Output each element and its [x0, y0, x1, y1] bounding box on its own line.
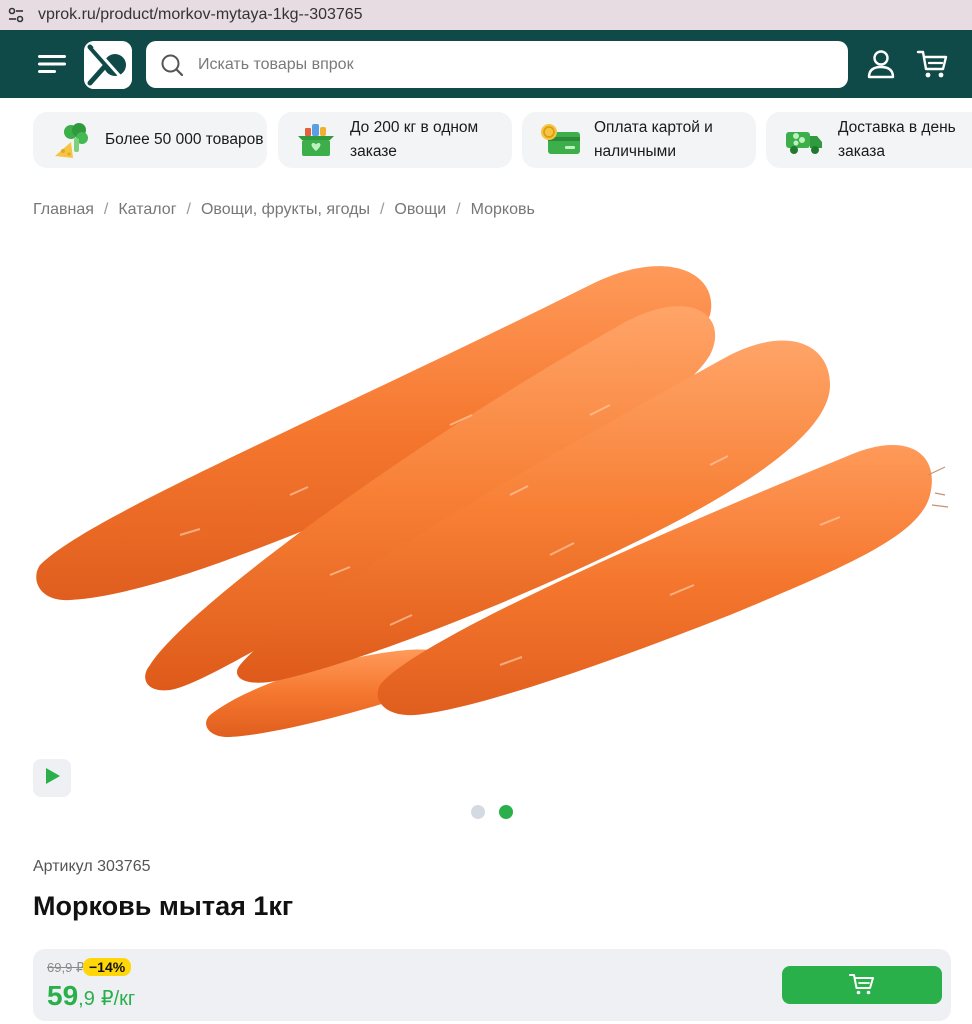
- benefit-text: Доставка в день заказа: [838, 119, 956, 160]
- benefit-card[interactable]: Доставка в день заказа: [766, 112, 972, 168]
- add-to-cart-button[interactable]: [782, 966, 942, 1004]
- search-input[interactable]: [198, 55, 798, 74]
- benefit-text: До 200 кг в одном заказе: [350, 119, 479, 160]
- search-bar[interactable]: [146, 41, 848, 88]
- breadcrumb-item-home[interactable]: Главная: [33, 201, 94, 219]
- vprok-logo-icon[interactable]: [84, 41, 132, 89]
- article-number: 303765: [97, 858, 151, 875]
- product-image[interactable]: [30, 245, 950, 755]
- discount-badge: −14%: [83, 958, 132, 976]
- url-text[interactable]: vprok.ru/product/morkov-mytaya-1kg--3037…: [38, 6, 363, 24]
- card-coin-icon: [538, 118, 582, 162]
- benefits-strip: Более 50 000 товаров До 200 кг в одном з…: [33, 112, 972, 168]
- breadcrumb-separator: /: [103, 201, 109, 218]
- broccoli-cheese-icon: [49, 118, 93, 162]
- cart-icon[interactable]: [916, 48, 948, 80]
- breadcrumb-item-fruits-vegetables[interactable]: Овощи, фрукты, ягоды: [201, 201, 370, 219]
- hamburger-menu-icon[interactable]: [38, 52, 66, 76]
- breadcrumb-item-vegetables[interactable]: Овощи: [394, 201, 446, 219]
- current-price: 59 ,9 ₽/кг: [47, 980, 135, 1012]
- benefit-text: Более 50 000 товаров: [105, 131, 264, 148]
- cart-add-icon: [849, 972, 875, 999]
- gallery-dot-1[interactable]: [471, 805, 485, 819]
- old-price: 69,9 ₽: [47, 960, 85, 975]
- benefit-card[interactable]: До 200 кг в одном заказе: [278, 112, 512, 168]
- price-fraction: ,9: [78, 988, 95, 1010]
- search-icon[interactable]: [160, 53, 184, 77]
- delivery-truck-icon: [782, 118, 826, 162]
- price-unit: ₽/кг: [100, 988, 136, 1010]
- product-article: Артикул 303765: [33, 858, 151, 876]
- gallery-pagination: [471, 805, 513, 819]
- video-play-button[interactable]: [33, 759, 71, 797]
- benefit-card[interactable]: Оплата картой и наличными: [522, 112, 756, 168]
- play-icon: [43, 767, 61, 790]
- price-panel: 69,9 ₽ −14% 59 ,9 ₽/кг: [33, 949, 951, 1021]
- benefit-text: Оплата картой и наличными: [594, 119, 713, 160]
- tune-icon[interactable]: [6, 5, 26, 25]
- gallery-dot-2[interactable]: [499, 805, 513, 819]
- breadcrumb-item-catalog[interactable]: Каталог: [118, 201, 176, 219]
- grocery-box-icon: [294, 118, 338, 162]
- price-integer: 59: [47, 980, 79, 1011]
- breadcrumb-item-carrot[interactable]: Морковь: [471, 201, 535, 219]
- breadcrumb: Главная / Каталог / Овощи, фрукты, ягоды…: [33, 201, 535, 219]
- benefit-card[interactable]: Более 50 000 товаров: [33, 112, 267, 168]
- breadcrumb-separator: /: [379, 201, 385, 218]
- article-label: Артикул: [33, 858, 93, 875]
- browser-address-bar: vprok.ru/product/morkov-mytaya-1kg--3037…: [0, 0, 972, 30]
- breadcrumb-separator: /: [456, 201, 461, 218]
- user-icon[interactable]: [866, 49, 896, 79]
- product-title: Морковь мытая 1кг: [33, 891, 294, 921]
- breadcrumb-separator: /: [186, 201, 191, 218]
- site-header: [0, 30, 972, 98]
